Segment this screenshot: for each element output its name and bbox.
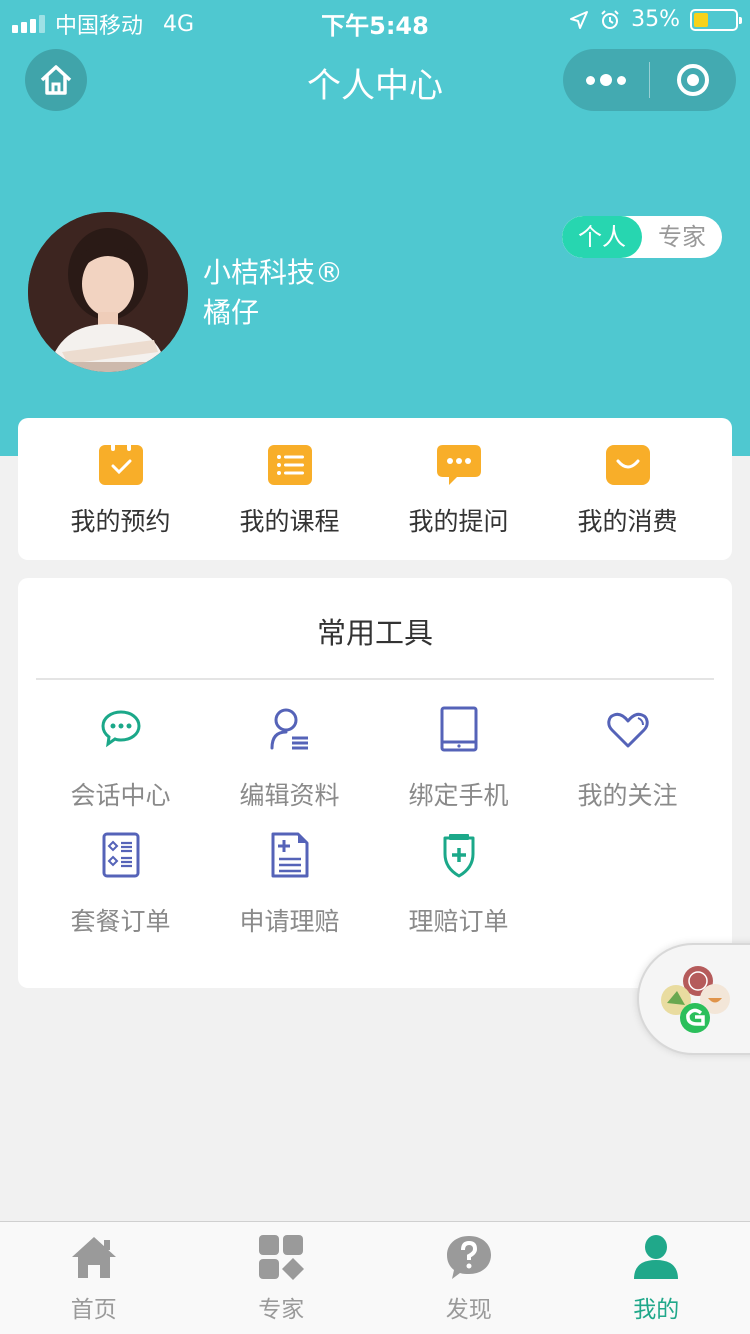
floating-apps-button[interactable] <box>637 943 750 1055</box>
tool-chat-center[interactable]: 会话中心 <box>36 706 205 816</box>
tab-label: 首页 <box>70 1297 117 1323</box>
username: 小桔科技® <box>203 256 344 289</box>
more-dot <box>586 75 595 85</box>
user-edit-icon <box>270 708 308 750</box>
role-option-personal[interactable]: 个人 <box>562 216 642 258</box>
question-icon <box>446 1236 491 1279</box>
more-dot <box>617 75 626 85</box>
quick-item-courses[interactable]: 我的课程 <box>205 418 374 560</box>
quick-item-label: 我的提问 <box>408 507 509 536</box>
target-icon <box>677 64 709 96</box>
chat-icon <box>100 710 141 748</box>
tools-card: 常用工具 会话中心 编辑资料 绑定手机 我的关注 套餐订单 申请理赔 理赔订单 <box>18 578 732 988</box>
tab-label: 我的 <box>633 1297 680 1323</box>
chat-bubble-icon <box>436 445 481 485</box>
quick-item-label: 我的预约 <box>70 507 171 536</box>
location-icon <box>570 10 589 29</box>
tool-claim-orders[interactable]: 理赔订单 <box>374 832 543 942</box>
role-toggle: 个人 专家 <box>562 216 722 258</box>
quick-item-label: 我的课程 <box>239 507 340 536</box>
tool-edit-profile[interactable]: 编辑资料 <box>205 706 374 816</box>
claim-document-icon <box>271 832 308 878</box>
tool-label: 编辑资料 <box>239 781 340 810</box>
role-option-expert[interactable]: 专家 <box>642 216 722 258</box>
battery-icon <box>690 8 742 31</box>
status-right: 35% <box>569 7 742 32</box>
more-button[interactable] <box>563 74 649 86</box>
tab-label: 专家 <box>258 1297 305 1323</box>
nickname: 橘仔 <box>203 296 260 329</box>
tool-label: 套餐订单 <box>70 907 171 936</box>
quick-item-appointments[interactable]: 我的预约 <box>36 418 205 560</box>
tab-discover[interactable]: 发现 <box>375 1222 563 1334</box>
tool-label: 我的关注 <box>577 781 678 810</box>
tool-label: 理赔订单 <box>408 907 509 936</box>
heart-icon <box>606 712 649 748</box>
tablet-icon <box>440 706 477 752</box>
status-bar: 中国移动 4G 下午5:48 35% <box>0 0 750 40</box>
smile-icon <box>605 445 650 485</box>
alarm-icon <box>601 9 619 29</box>
tool-label: 申请理赔 <box>239 907 340 936</box>
tab-mine[interactable]: 我的 <box>563 1222 750 1334</box>
person-icon <box>634 1235 679 1279</box>
tool-apply-claim[interactable]: 申请理赔 <box>205 832 374 942</box>
tools-title: 常用工具 <box>316 616 433 650</box>
quick-actions-card: 我的预约 我的课程 我的提问 我的消费 <box>18 418 732 560</box>
home-icon <box>71 1237 116 1278</box>
tab-bar: 首页 专家 发现 我的 <box>0 1221 750 1334</box>
shield-plus-icon <box>443 834 474 878</box>
tool-label: 绑定手机 <box>408 781 509 810</box>
tools-divider <box>36 678 714 680</box>
more-dot <box>600 74 612 86</box>
tool-label: 会话中心 <box>70 781 171 810</box>
quick-item-spending[interactable]: 我的消费 <box>543 418 712 560</box>
calendar-check-icon <box>98 445 143 485</box>
tab-home[interactable]: 首页 <box>0 1222 188 1334</box>
avatar[interactable] <box>28 212 188 372</box>
battery-percent: 35% <box>631 7 680 32</box>
quick-item-questions[interactable]: 我的提问 <box>374 418 543 560</box>
grid-icon <box>259 1235 305 1280</box>
list-icon <box>267 445 312 485</box>
package-list-icon <box>102 832 139 878</box>
tab-label: 发现 <box>445 1297 492 1323</box>
close-miniprogram-button[interactable] <box>650 62 736 98</box>
menu-capsule <box>563 49 736 111</box>
quick-item-label: 我的消费 <box>577 507 678 536</box>
app-cluster-icon <box>661 966 730 1033</box>
tool-package-orders[interactable]: 套餐订单 <box>36 832 205 942</box>
battery-fill <box>694 12 708 27</box>
tool-bind-phone[interactable]: 绑定手机 <box>374 706 543 816</box>
tool-my-follows[interactable]: 我的关注 <box>543 706 712 816</box>
tab-expert[interactable]: 专家 <box>188 1222 376 1334</box>
